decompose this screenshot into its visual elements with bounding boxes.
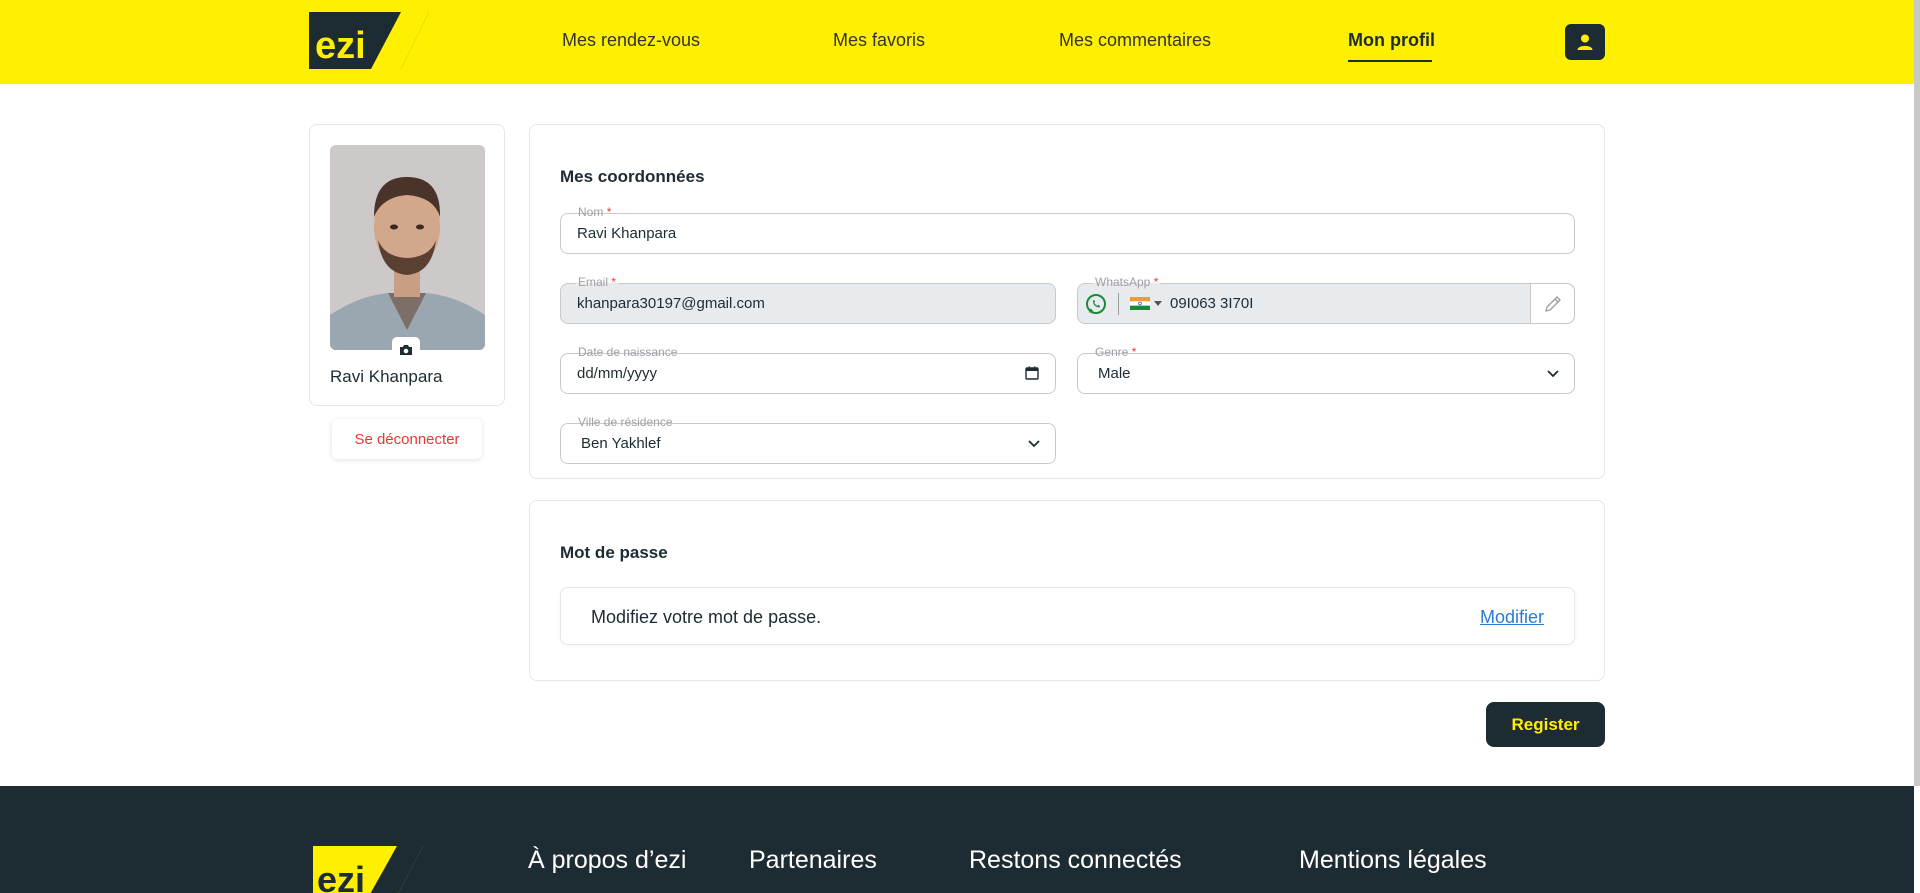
email-field: Email * khanpara30197@gmail.com [560, 275, 1056, 324]
edit-whatsapp-button[interactable] [1530, 284, 1574, 323]
gender-select[interactable]: Genre * Male [1077, 345, 1575, 394]
nav-mon-profil[interactable]: Mon profil [1348, 30, 1435, 51]
required-marker: * [611, 275, 617, 289]
password-section: Mot de passe Modifiez votre mot de passe… [529, 500, 1605, 681]
pencil-icon [1544, 295, 1561, 312]
profile-photo [330, 145, 485, 350]
city-select[interactable]: Ville de résidence Ben Yakhlef [560, 415, 1056, 464]
active-nav-underline [1348, 60, 1432, 62]
country-code-selector[interactable] [1130, 297, 1162, 310]
footer-ezi-logo[interactable]: ezi [313, 846, 423, 893]
page-scrollbar[interactable] [1914, 0, 1920, 786]
email-field-label: Email [578, 275, 609, 289]
caret-down-icon [1154, 300, 1162, 306]
logo-text: ezi [315, 25, 366, 67]
change-photo-button[interactable] [392, 337, 420, 363]
name-field-value[interactable]: Ravi Khanpara [577, 225, 676, 242]
footer-heading-partners: Partenaires [749, 846, 877, 874]
password-title: Mot de passe [560, 543, 668, 562]
india-flag-icon [1130, 297, 1150, 310]
logout-button[interactable]: Se déconnecter [332, 419, 482, 459]
whatsapp-field-label: WhatsApp [1095, 275, 1151, 289]
footer-heading-about: À propos d’ezi [528, 846, 687, 874]
top-header: ezi Mes rendez-vous Mes favoris Mes comm… [0, 0, 1914, 84]
nav-mes-favoris[interactable]: Mes favoris [833, 30, 925, 51]
whatsapp-icon [1086, 294, 1106, 314]
change-password-row: Modifiez votre mot de passe. Modifier [560, 587, 1575, 645]
account-button[interactable] [1565, 24, 1605, 60]
change-password-text: Modifiez votre mot de passe. [591, 607, 822, 627]
required-marker: * [606, 205, 612, 219]
calendar-icon[interactable] [1025, 366, 1039, 380]
required-marker: * [1131, 345, 1137, 359]
footer-heading-legal: Mentions légales [1299, 846, 1487, 874]
email-field-value: khanpara30197@gmail.com [577, 295, 765, 312]
nav-mes-commentaires[interactable]: Mes commentaires [1059, 30, 1211, 51]
whatsapp-field-value: 09I063 3I70I [1170, 295, 1254, 312]
chevron-down-icon [1028, 440, 1040, 448]
chevron-down-icon [1547, 370, 1559, 378]
contact-details-title: Mes coordonnées [560, 167, 705, 186]
camera-icon [400, 345, 412, 355]
birthdate-field[interactable]: Date de naissance dd/mm/yyyy [560, 345, 1056, 394]
avatar-illustration [330, 145, 485, 350]
profile-name: Ravi Khanpara [330, 367, 443, 386]
name-field[interactable]: Nom * Ravi Khanpara [560, 205, 1575, 254]
footer: ezi À propos d’ezi Partenaires Restons c… [0, 786, 1914, 893]
required-marker: * [1153, 275, 1159, 289]
contact-details-section: Mes coordonnées Nom * Ravi Khanpara Emai… [529, 124, 1605, 479]
gender-select-label: Genre [1095, 345, 1129, 359]
ezi-logo[interactable]: ezi [309, 12, 429, 69]
profile-card: Ravi Khanpara [309, 124, 505, 406]
birthdate-placeholder[interactable]: dd/mm/yyyy [577, 365, 657, 382]
city-select-label: Ville de résidence [576, 415, 675, 429]
scrollbar-thumb[interactable] [1914, 0, 1920, 786]
field-divider [1118, 293, 1119, 315]
whatsapp-field: WhatsApp * 09I063 3I70I [1077, 275, 1575, 324]
gender-select-value[interactable]: Male [1098, 365, 1131, 382]
footer-heading-connected: Restons connectés [969, 846, 1182, 874]
nav-mes-rendez-vous[interactable]: Mes rendez-vous [562, 30, 700, 51]
user-icon [1577, 34, 1593, 50]
modify-password-link[interactable]: Modifier [1480, 607, 1544, 628]
footer-logo-text: ezi [317, 859, 365, 893]
name-field-label: Nom [578, 205, 604, 219]
register-button[interactable]: Register [1486, 702, 1605, 747]
city-select-value[interactable]: Ben Yakhlef [581, 435, 661, 452]
birthdate-field-label: Date de naissance [576, 345, 680, 359]
